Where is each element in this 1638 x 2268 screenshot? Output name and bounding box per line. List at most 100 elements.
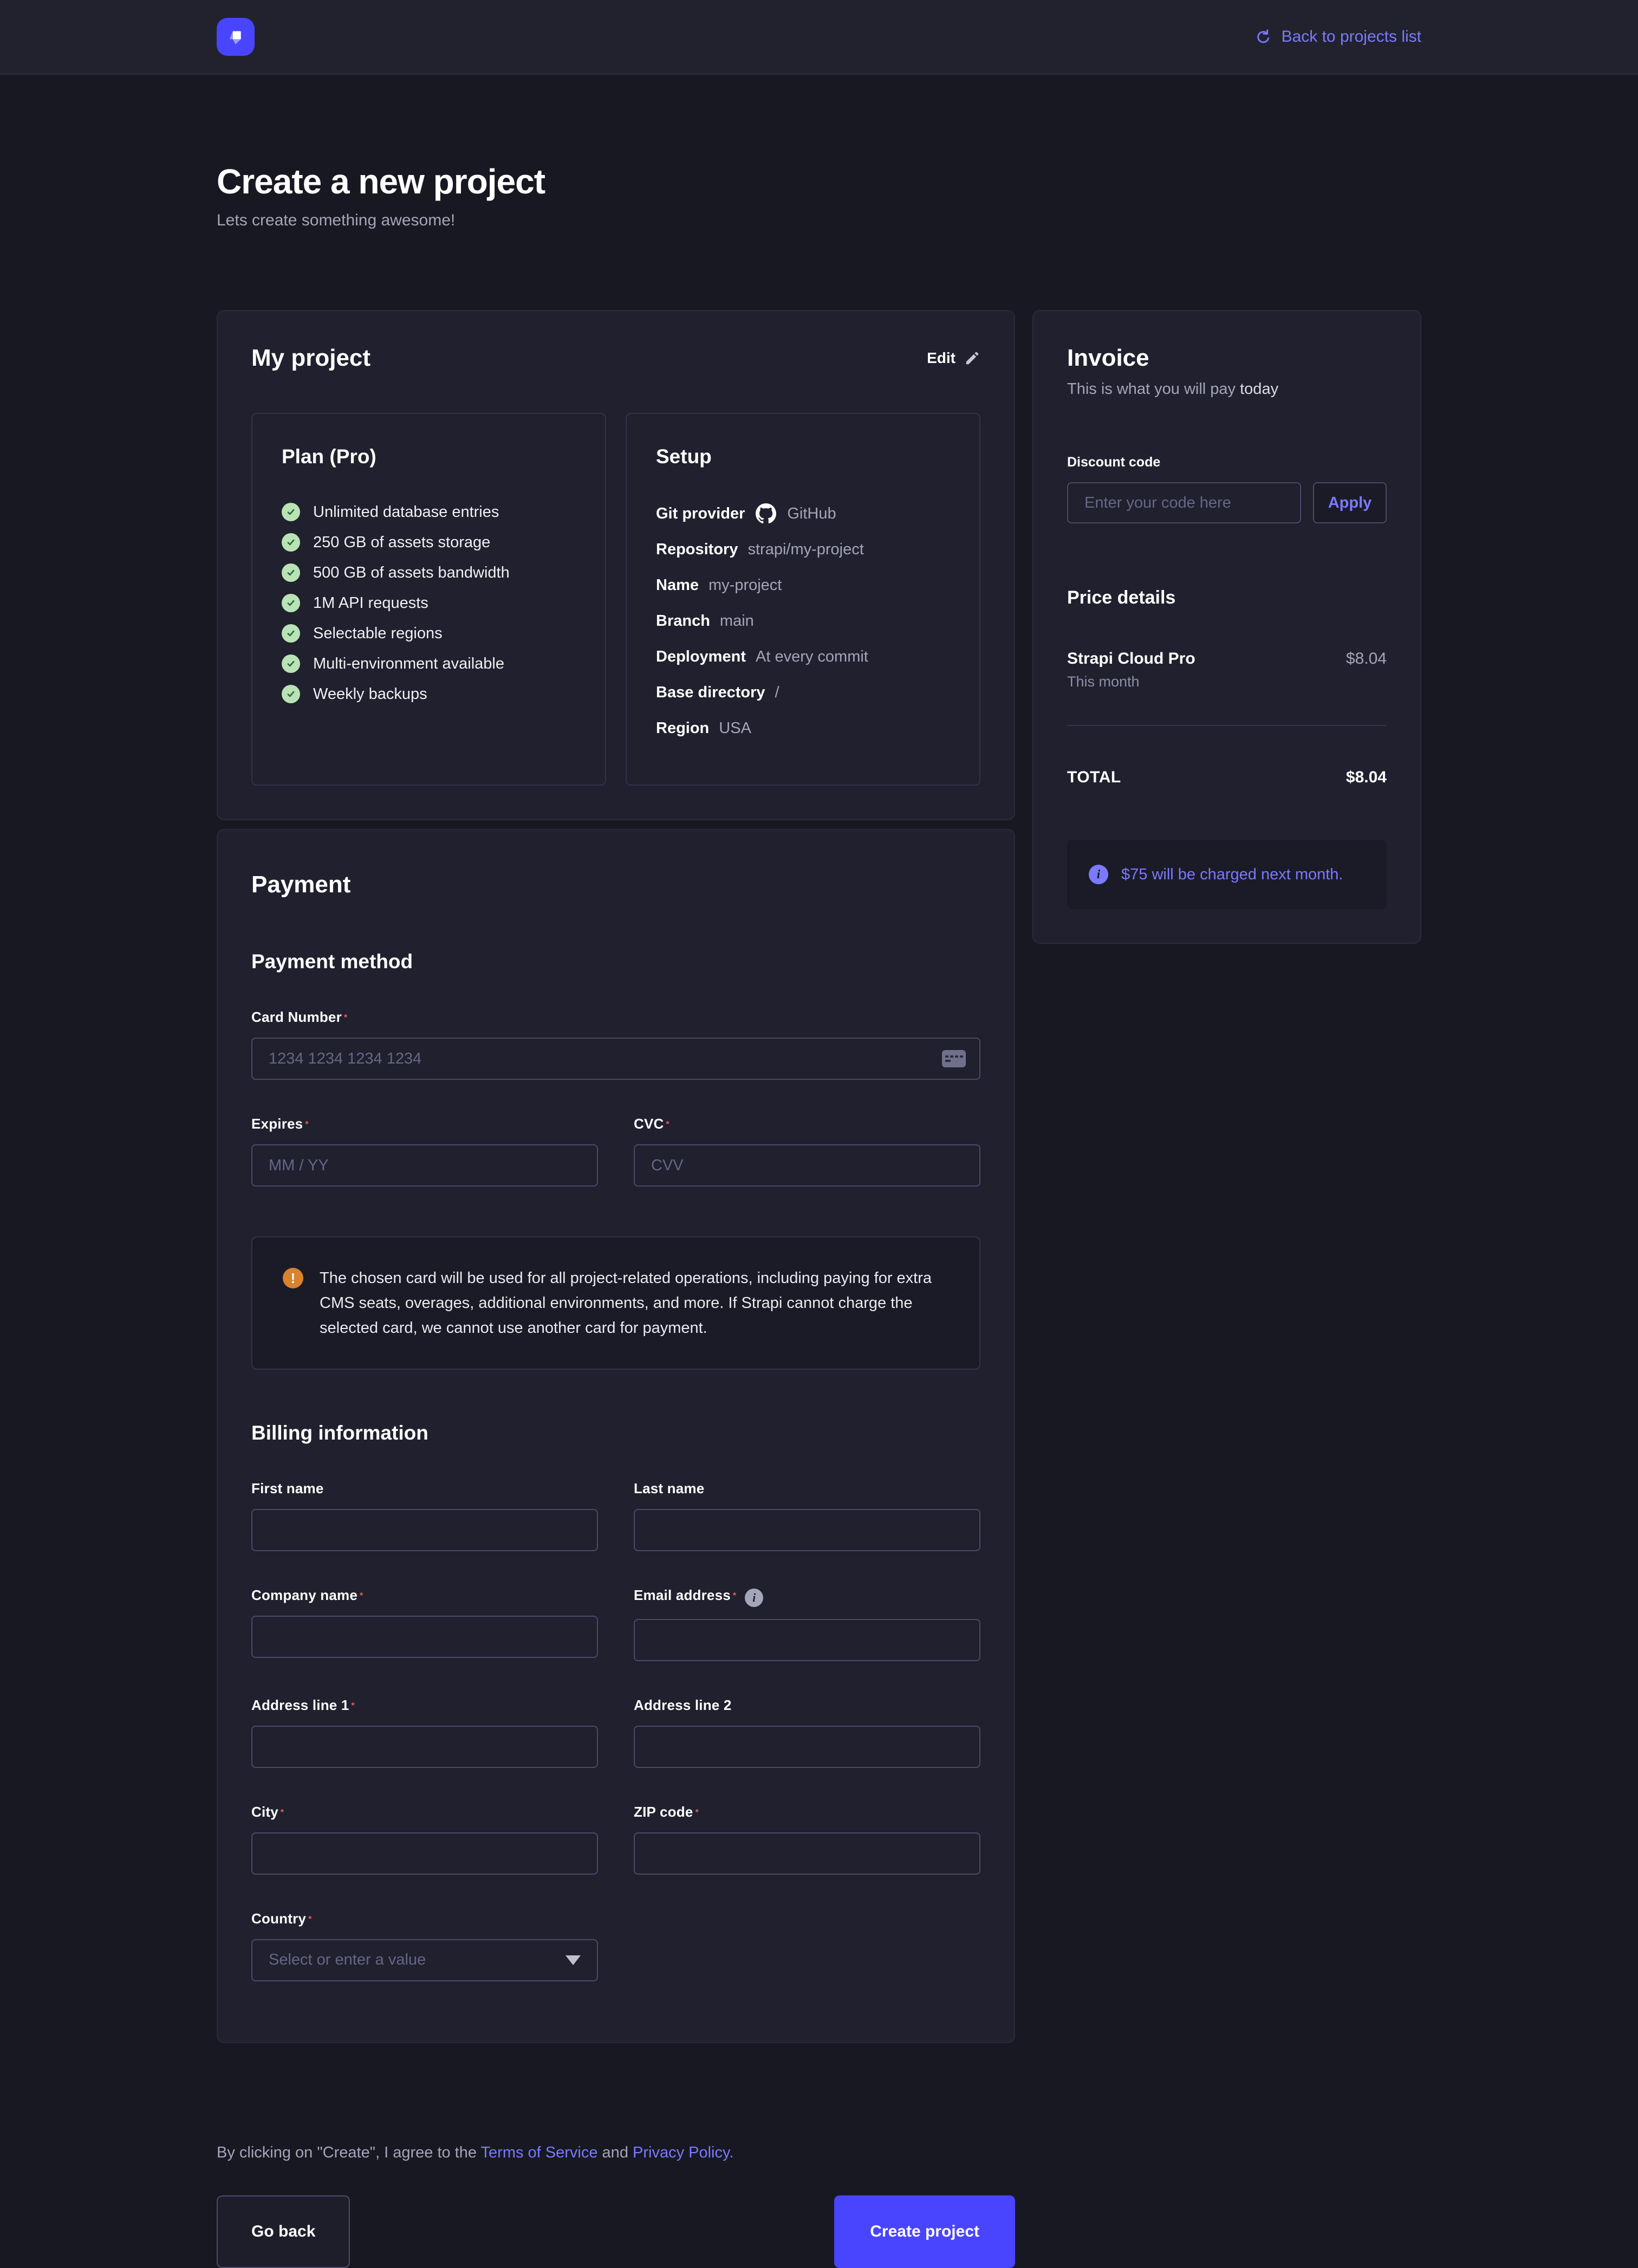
expires-label: Expires xyxy=(251,1116,303,1132)
email-address-label: Email address xyxy=(634,1587,731,1603)
setup-label: Deployment xyxy=(656,648,746,666)
city-input[interactable] xyxy=(251,1832,598,1875)
payment-card: Payment Payment method Card Number* xyxy=(217,829,1015,2043)
company-name-field: Company name* xyxy=(251,1587,598,1661)
price-item-amount: $8.04 xyxy=(1346,650,1387,668)
plan-panel: Plan (Pro) Unlimited database entries 25… xyxy=(251,413,606,786)
plan-feature-label: Selectable regions xyxy=(313,625,443,643)
setup-label: Repository xyxy=(656,541,738,559)
first-name-input[interactable] xyxy=(251,1509,598,1551)
privacy-policy-link[interactable]: Privacy Policy. xyxy=(633,2144,733,2161)
company-name-input[interactable] xyxy=(251,1616,598,1658)
apply-discount-button[interactable]: Apply xyxy=(1313,482,1387,523)
setup-value: / xyxy=(775,684,779,702)
cvc-label: CVC xyxy=(634,1116,664,1132)
strapi-cloud-logo[interactable] xyxy=(217,18,255,56)
next-month-notice: i $75 will be charged next month. xyxy=(1067,840,1387,909)
last-name-input[interactable] xyxy=(634,1509,980,1551)
payment-title: Payment xyxy=(251,871,980,898)
check-icon xyxy=(282,685,300,703)
card-number-input[interactable] xyxy=(251,1038,980,1080)
total-row: TOTAL $8.04 xyxy=(1067,768,1387,787)
address-line-1-input[interactable] xyxy=(251,1726,598,1768)
last-name-label: Last name xyxy=(634,1480,704,1496)
plan-feature: Multi-environment available xyxy=(282,655,576,673)
zip-code-label: ZIP code xyxy=(634,1804,693,1820)
page-title: Create a new project xyxy=(217,161,1421,202)
required-asterisk: * xyxy=(696,1808,699,1817)
total-label: TOTAL xyxy=(1067,768,1121,787)
address-line-2-field: Address line 2 xyxy=(634,1697,980,1768)
plan-feature-label: 500 GB of assets bandwidth xyxy=(313,564,510,582)
price-item-period: This month xyxy=(1067,673,1387,690)
setup-row-deployment: Deployment At every commit xyxy=(656,646,950,668)
expires-field: Expires* xyxy=(251,1116,598,1187)
company-name-label: Company name xyxy=(251,1587,358,1603)
total-amount: $8.04 xyxy=(1346,768,1387,787)
expires-input[interactable] xyxy=(251,1144,598,1187)
setup-label: Base directory xyxy=(656,684,765,702)
country-select-placeholder: Select or enter a value xyxy=(269,1951,426,1969)
go-back-button[interactable]: Go back xyxy=(217,2195,350,2268)
first-name-field: First name xyxy=(251,1480,598,1551)
zip-code-input[interactable] xyxy=(634,1832,980,1875)
required-asterisk: * xyxy=(344,1013,347,1022)
edit-button[interactable]: Edit xyxy=(927,349,980,367)
required-asterisk: * xyxy=(305,1120,308,1129)
strapi-logo-icon xyxy=(224,25,248,49)
back-to-projects-link[interactable]: Back to projects list xyxy=(1254,28,1421,46)
next-month-notice-text: $75 will be charged next month. xyxy=(1121,866,1343,884)
terms-of-service-link[interactable]: Terms of Service xyxy=(481,2144,598,2161)
setup-panel: Setup Git provider GitHub xyxy=(626,413,980,786)
info-icon: i xyxy=(745,1589,763,1607)
check-icon xyxy=(282,563,300,582)
invoice-subtitle-emphasis: today xyxy=(1240,380,1278,398)
plan-feature-label: Weekly backups xyxy=(313,685,427,703)
pencil-icon xyxy=(964,350,980,366)
warning-icon: ! xyxy=(283,1268,303,1288)
discount-code-label: Discount code xyxy=(1067,455,1160,470)
address-line-1-field: Address line 1* xyxy=(251,1697,598,1768)
invoice-subtitle-prefix: This is what you will pay xyxy=(1067,380,1240,398)
required-asterisk: * xyxy=(666,1120,670,1129)
cvc-input[interactable] xyxy=(634,1144,980,1187)
card-number-label: Card Number xyxy=(251,1009,342,1025)
country-select[interactable]: Select or enter a value xyxy=(251,1939,598,1981)
setup-value: main xyxy=(720,612,754,630)
price-item-name: Strapi Cloud Pro xyxy=(1067,650,1195,668)
setup-row-branch: Branch main xyxy=(656,610,950,632)
setup-value: USA xyxy=(719,720,751,737)
invoice-subtitle: This is what you will pay today xyxy=(1067,380,1387,398)
setup-value: my-project xyxy=(708,576,782,594)
card-usage-note-text: The chosen card will be used for all pro… xyxy=(320,1266,949,1340)
setup-rows: Git provider GitHub Repository strapi/my… xyxy=(656,503,950,739)
terms-agreement-text: By clicking on "Create", I agree to the … xyxy=(217,2144,1015,2162)
price-details-title: Price details xyxy=(1067,587,1387,608)
check-icon xyxy=(282,503,300,521)
city-label: City xyxy=(251,1804,278,1820)
back-link-label: Back to projects list xyxy=(1282,28,1421,46)
setup-title: Setup xyxy=(656,445,950,468)
check-icon xyxy=(282,533,300,552)
setup-row-git-provider: Git provider GitHub xyxy=(656,503,950,524)
setup-value: At every commit xyxy=(756,648,868,666)
plan-feature: Selectable regions xyxy=(282,624,576,643)
email-address-input[interactable] xyxy=(634,1619,980,1661)
discount-code-input[interactable] xyxy=(1067,482,1301,523)
create-project-button[interactable]: Create project xyxy=(834,2195,1015,2268)
plan-feature-label: 1M API requests xyxy=(313,594,428,612)
price-line-item: Strapi Cloud Pro $8.04 xyxy=(1067,650,1387,668)
card-usage-note: ! The chosen card will be used for all p… xyxy=(251,1236,980,1370)
info-icon: i xyxy=(1089,865,1108,884)
main-content: Create a new project Lets create somethi… xyxy=(217,161,1421,2268)
plan-feature: Weekly backups xyxy=(282,685,576,703)
email-address-field: Email address*i xyxy=(634,1587,980,1661)
setup-label: Branch xyxy=(656,612,710,630)
plan-feature-list: Unlimited database entries 250 GB of ass… xyxy=(282,503,576,703)
address-line-2-label: Address line 2 xyxy=(634,1697,732,1713)
address-line-2-input[interactable] xyxy=(634,1726,980,1768)
country-field: Country* Select or enter a value xyxy=(251,1910,598,1981)
plan-feature: 250 GB of assets storage xyxy=(282,533,576,552)
plan-feature: 500 GB of assets bandwidth xyxy=(282,563,576,582)
setup-label: Name xyxy=(656,576,699,594)
